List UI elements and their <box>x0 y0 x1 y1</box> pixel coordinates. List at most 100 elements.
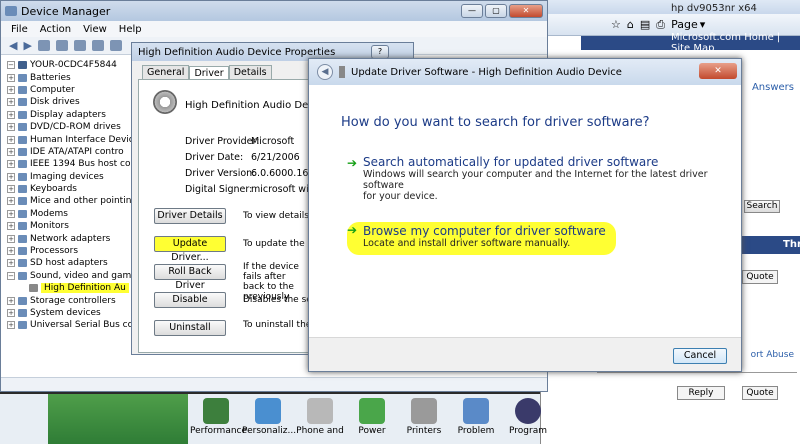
update-driver-button[interactable]: Update Driver... <box>154 236 226 263</box>
device-category-icon <box>18 185 27 194</box>
feeds-icon[interactable]: ▤ <box>640 18 650 31</box>
expand-icon[interactable]: + <box>7 185 15 194</box>
close-button[interactable]: ✕ <box>509 4 543 18</box>
expand-icon[interactable]: + <box>7 98 15 107</box>
reply-button[interactable]: Reply <box>677 386 725 400</box>
expand-icon[interactable]: + <box>7 296 15 305</box>
tree-node-label: Imaging devices <box>30 171 104 182</box>
search-automatically-option[interactable]: ➔ Search automatically for updated drive… <box>347 155 741 202</box>
expand-icon[interactable]: + <box>7 309 15 317</box>
device-category-icon <box>18 135 27 144</box>
expand-icon[interactable]: + <box>7 222 15 231</box>
uninstall-icon[interactable] <box>109 40 122 51</box>
tree-node[interactable]: + Monitors <box>7 220 137 232</box>
tab-general[interactable]: General <box>142 65 190 79</box>
cp-label: Performance <box>190 426 248 436</box>
tree-node[interactable]: + Modems <box>7 208 137 220</box>
menu-help[interactable]: Help <box>119 24 142 35</box>
tree-child-hd-audio[interactable]: High Definition Au <box>7 282 137 294</box>
tree-node[interactable]: + System devices <box>7 307 137 319</box>
ms-links[interactable]: Microsoft.com Home | Site Map <box>671 32 800 54</box>
close-button[interactable]: ✕ <box>699 63 737 79</box>
expand-icon[interactable]: + <box>7 172 15 181</box>
tree-node[interactable]: + Computer <box>7 84 137 96</box>
tree-node[interactable]: + Batteries <box>7 71 137 83</box>
expand-icon[interactable]: + <box>7 85 15 94</box>
expand-icon[interactable]: + <box>7 135 15 144</box>
tree-node[interactable]: − Sound, video and gam <box>7 270 137 282</box>
maximize-button[interactable]: ▢ <box>485 4 507 18</box>
back-icon[interactable]: ◀ <box>9 39 17 52</box>
help-icon[interactable] <box>55 40 68 51</box>
tree-node[interactable]: + DVD/CD-ROM drives <box>7 121 137 133</box>
tab-driver[interactable]: Driver <box>189 66 229 80</box>
tree-node[interactable]: + Imaging devices <box>7 171 137 183</box>
uninstall-button[interactable]: Uninstall <box>154 320 226 336</box>
tree-node-label: Universal Serial Bus co <box>30 320 134 331</box>
page-menu[interactable]: Page ▾ <box>671 18 705 31</box>
report-abuse-link[interactable]: ort Abuse <box>751 350 794 360</box>
scan-icon[interactable] <box>73 40 86 51</box>
expand-icon[interactable]: + <box>7 259 15 268</box>
update-icon[interactable] <box>91 40 104 51</box>
menu-file[interactable]: File <box>11 24 28 35</box>
tree-node[interactable]: + Disk drives <box>7 96 137 108</box>
device-category-icon <box>18 321 27 330</box>
tree-node[interactable]: + Universal Serial Bus co <box>7 319 137 331</box>
expand-icon[interactable]: + <box>7 73 15 82</box>
cp-programs[interactable]: Program <box>502 398 554 436</box>
cp-personalization[interactable]: Personaliz... <box>242 398 296 436</box>
minimize-button[interactable]: — <box>461 4 483 18</box>
cp-printers[interactable]: Printers <box>398 398 450 436</box>
tree-node[interactable]: + IEEE 1394 Bus host con <box>7 158 137 170</box>
quote-button[interactable]: Quote <box>742 270 778 284</box>
cp-problem-reports[interactable]: Problem <box>450 398 502 436</box>
menu-view[interactable]: View <box>83 24 107 35</box>
print-icon[interactable]: ⎙ <box>656 18 665 32</box>
cp-performance[interactable]: Performance <box>190 398 247 436</box>
browse-computer-option[interactable]: ➔ Browse my computer for driver software… <box>347 222 616 255</box>
disable-button[interactable]: Disable <box>154 292 226 308</box>
expand-icon[interactable]: − <box>7 271 15 280</box>
cp-label: Power <box>358 426 386 436</box>
expand-icon[interactable]: + <box>7 247 15 256</box>
update-dialog-titlebar[interactable]: ◀ Update Driver Software - High Definiti… <box>309 59 741 85</box>
roll-back-driver-button[interactable]: Roll Back Driver <box>154 264 226 291</box>
tree-node[interactable]: + Human Interface Devic <box>7 133 137 145</box>
expand-icon[interactable]: + <box>7 234 15 243</box>
cancel-button[interactable]: Cancel <box>673 348 727 364</box>
cp-phone-modem[interactable]: Phone and <box>294 398 346 436</box>
tree-node[interactable]: + Processors <box>7 245 137 257</box>
expand-icon[interactable]: + <box>7 160 15 169</box>
tree-node[interactable]: + Mice and other pointin <box>7 195 137 207</box>
answers-link[interactable]: Answers <box>752 82 794 93</box>
device-manager-titlebar[interactable]: Device Manager — ▢ ✕ <box>1 1 547 21</box>
help-button[interactable]: ? <box>371 45 389 59</box>
expand-icon[interactable]: + <box>7 321 15 330</box>
collapse-icon[interactable]: − <box>7 61 15 70</box>
search-button[interactable]: Search <box>744 200 780 213</box>
driver-details-button[interactable]: Driver Details <box>154 208 226 224</box>
tree-node-label: Disk drives <box>30 97 80 108</box>
quote-button-2[interactable]: Quote <box>742 386 778 400</box>
expand-icon[interactable]: + <box>7 197 15 206</box>
tree-node[interactable]: + SD host adapters <box>7 257 137 269</box>
tree-node[interactable]: + Keyboards <box>7 183 137 195</box>
tree-node[interactable]: + Storage controllers <box>7 294 137 306</box>
tree-node[interactable]: + IDE ATA/ATAPI contro <box>7 146 137 158</box>
expand-icon[interactable]: + <box>7 110 15 119</box>
favorites-icon[interactable]: ☆ <box>611 18 621 31</box>
properties-icon[interactable] <box>37 40 50 51</box>
tab-details[interactable]: Details <box>228 65 272 79</box>
cp-power[interactable]: Power <box>346 398 398 436</box>
expand-icon[interactable]: + <box>7 123 15 132</box>
expand-icon[interactable]: + <box>7 209 15 218</box>
back-arrow-icon[interactable]: ◀ <box>317 64 333 80</box>
tree-node[interactable]: + Display adapters <box>7 109 137 121</box>
tree-node[interactable]: + Network adapters <box>7 232 137 244</box>
tree-root[interactable]: − YOUR-0CDC4F5844 <box>7 59 137 71</box>
home-icon[interactable]: ⌂ <box>627 18 634 31</box>
expand-icon[interactable]: + <box>7 147 15 156</box>
forward-icon[interactable]: ▶ <box>23 39 31 52</box>
menu-action[interactable]: Action <box>40 24 71 35</box>
